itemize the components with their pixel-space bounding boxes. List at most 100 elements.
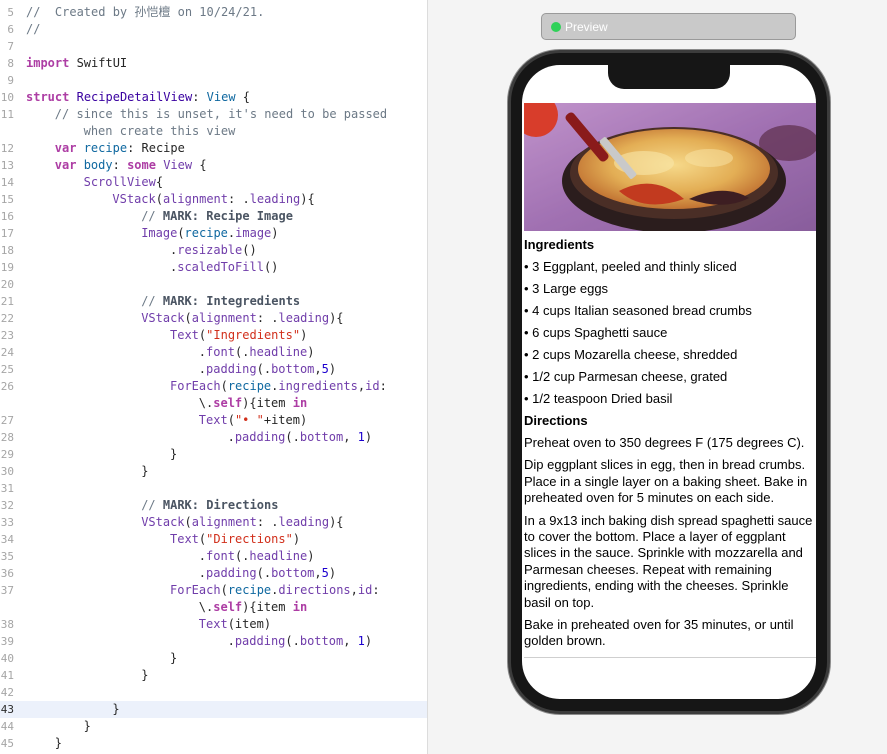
ingredient-item: • 3 Eggplant, peeled and thinly sliced (524, 259, 737, 274)
code-line[interactable]: 21 // MARK: Integredients (0, 293, 427, 310)
code-text: } (54, 736, 63, 750)
line-number: 41 (0, 669, 14, 682)
code-line[interactable]: 18 .resizable() (0, 242, 427, 259)
ingredient-item: • 4 cups Italian seasoned bread crumbs (524, 303, 752, 318)
direction-item: Dip eggplant slices in egg, then in brea… (524, 457, 808, 506)
line-number: 18 (0, 244, 14, 257)
line-number: 15 (0, 193, 14, 206)
code-line[interactable]: 42 (0, 684, 427, 701)
code-line[interactable]: 6 // (0, 21, 427, 38)
code-line[interactable]: 44} (0, 718, 427, 735)
code-line[interactable]: 34 Text("Directions") (0, 531, 427, 548)
code-text: Text(item) (198, 617, 272, 631)
code-line[interactable]: 38 Text(item) (0, 616, 427, 633)
code-line[interactable]: 30} (0, 463, 427, 480)
code-line[interactable]: 22 VStack(alignment: .leading){ (0, 310, 427, 327)
code-line[interactable]: 11 // since this is unset, it's need to b… (0, 106, 427, 123)
preview-badge[interactable]: Preview (541, 13, 796, 40)
code-line[interactable]: \.self){item in (0, 599, 427, 616)
code-line[interactable]: 27 Text("• "+item) (0, 412, 427, 429)
line-number: 34 (0, 533, 14, 546)
code-line[interactable]: 45} (0, 735, 427, 752)
code-text: Text("Directions") (170, 532, 301, 546)
code-text: } (112, 702, 120, 716)
code-line[interactable]: when create this view (0, 123, 427, 140)
code-line[interactable]: 26 ForEach(recipe.ingredients,id: (0, 378, 427, 395)
code-text: // MARK: Directions (141, 498, 279, 512)
code-line[interactable]: 25 .padding(.bottom,5) (0, 361, 427, 378)
line-number: 27 (0, 414, 14, 427)
code-line[interactable]: 9 (0, 72, 427, 89)
code-line[interactable]: 23 Text("Ingredients") (0, 327, 427, 344)
code-line[interactable]: 13 var body: some View { (0, 157, 427, 174)
code-line[interactable]: 5 // Created by 孙恺檀 on 10/24/21. (0, 4, 427, 21)
code-line[interactable]: 19 .scaledToFill() (0, 259, 427, 276)
line-number: 43 (0, 703, 14, 716)
code-line[interactable]: 36 .padding(.bottom,5) (0, 565, 427, 582)
code-line[interactable]: \.self){item in (0, 395, 427, 412)
line-number: 19 (0, 261, 14, 274)
code-text: .scaledToFill() (170, 260, 279, 274)
code-line[interactable]: 39 .padding(.bottom, 1) (0, 633, 427, 650)
code-text: .resizable() (170, 243, 257, 257)
code-line[interactable]: 33 VStack(alignment: .leading){ (0, 514, 427, 531)
code-line[interactable]: 41} (0, 667, 427, 684)
line-number: 38 (0, 618, 14, 631)
code-line[interactable]: 17 Image(recipe.image) (0, 225, 427, 242)
code-text: ForEach(recipe.directions,id: (170, 583, 380, 597)
code-text: var body: some View { (54, 158, 207, 172)
code-text: // Created by 孙恺檀 on 10/24/21. (26, 5, 265, 19)
code-line[interactable]: 37 ForEach(recipe.directions,id: (0, 582, 427, 599)
device-screen: Ingredients • 3 Eggplant, peeled and thi… (522, 65, 816, 699)
code-text: ScrollView{ (83, 175, 164, 189)
code-line[interactable]: 43} (0, 701, 427, 718)
line-number: 44 (0, 720, 14, 733)
line-number: 30 (0, 465, 14, 478)
line-number: 28 (0, 431, 14, 444)
line-number: 6 (7, 23, 14, 36)
line-number: 20 (0, 278, 14, 291)
code-line[interactable]: 29} (0, 446, 427, 463)
code-line[interactable]: 28 .padding(.bottom, 1) (0, 429, 427, 446)
code-line[interactable]: 8 import SwiftUI (0, 55, 427, 72)
ingredient-item: • 2 cups Mozarella cheese, shredded (524, 347, 738, 362)
code-text: VStack(alignment: .leading){ (112, 192, 315, 206)
line-number: 35 (0, 550, 14, 563)
directions-heading: Directions (524, 413, 588, 428)
preview-label: Preview (565, 19, 608, 34)
code-line[interactable]: 16 // MARK: Recipe Image (0, 208, 427, 225)
recipe-scroll-view[interactable]: Ingredients • 3 Eggplant, peeled and thi… (524, 103, 816, 657)
code-line[interactable]: 14 ScrollView{ (0, 174, 427, 191)
line-number: 37 (0, 584, 14, 597)
code-text: } (83, 719, 91, 733)
code-text: .font(.headline) (198, 549, 315, 563)
line-number: 36 (0, 567, 14, 580)
code-line[interactable]: 40} (0, 650, 427, 667)
preview-canvas: Preview Ingredients • 3 Eggplant, peeled… (427, 0, 887, 754)
code-line[interactable]: 35 .font(.headline) (0, 548, 427, 565)
code-line[interactable]: 24 .font(.headline) (0, 344, 427, 361)
line-number: 21 (0, 295, 14, 308)
ingredients-heading: Ingredients (524, 237, 595, 252)
code-text: Text("Ingredients") (170, 328, 308, 342)
code-editor[interactable]: 5 // Created by 孙恺檀 on 10/24/21. 6 // 7 8 impo… (0, 0, 427, 754)
code-line[interactable]: 15 VStack(alignment: .leading){ (0, 191, 427, 208)
code-line[interactable]: 12 var recipe: Recipe (0, 140, 427, 157)
line-number: 39 (0, 635, 14, 648)
code-line[interactable]: 31 (0, 480, 427, 497)
line-number: 33 (0, 516, 14, 529)
line-number: 40 (0, 652, 14, 665)
code-line[interactable]: 7 (0, 38, 427, 55)
code-text: VStack(alignment: .leading){ (141, 515, 344, 529)
code-line[interactable]: 20 (0, 276, 427, 293)
line-number: 32 (0, 499, 14, 512)
code-line[interactable]: 10 struct RecipeDetailView: View { (0, 89, 427, 106)
direction-item: In a 9x13 inch baking dish spread spaghe… (524, 512, 813, 610)
code-text: // MARK: Integredients (141, 294, 301, 308)
iphone-device-frame: Ingredients • 3 Eggplant, peeled and thi… (508, 50, 830, 714)
code-line[interactable]: 32 // MARK: Directions (0, 497, 427, 514)
device-notch (608, 65, 730, 89)
line-number: 45 (0, 737, 14, 750)
line-number: 22 (0, 312, 14, 325)
line-number: 14 (0, 176, 14, 189)
